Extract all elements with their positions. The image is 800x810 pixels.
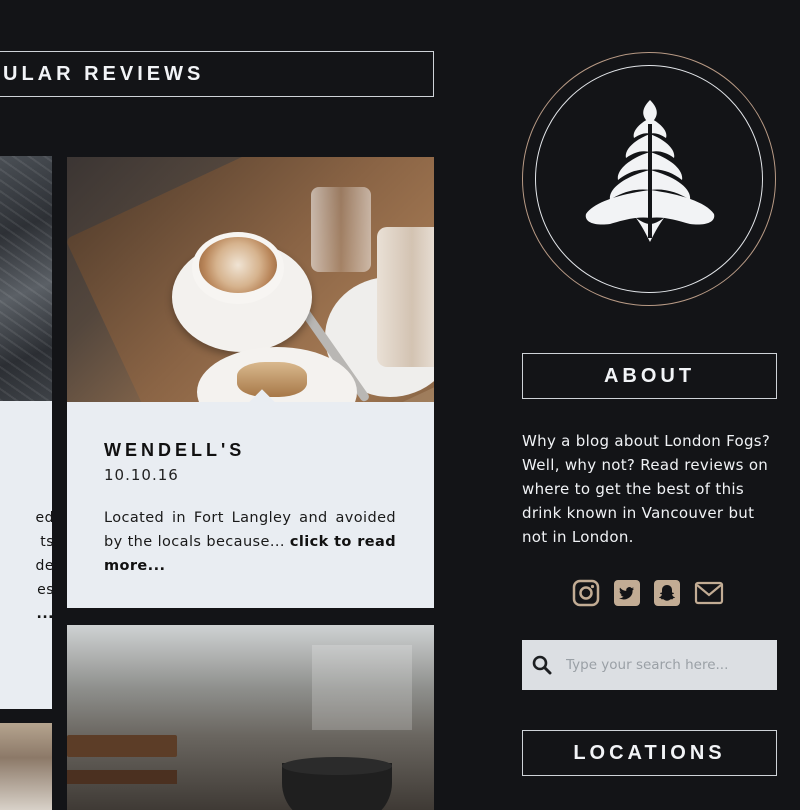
review-excerpt: Located in Fort Langley and avoided by t… — [104, 510, 396, 574]
review-photo-latte[interactable] — [67, 157, 434, 402]
review-card-wendells[interactable]: WENDELL'S 10.10.16 Located in Fort Langl… — [67, 157, 434, 608]
photo-window — [312, 645, 412, 730]
review-image-partial[interactable] — [0, 156, 52, 401]
photo-latte-art — [199, 237, 277, 293]
review-card-next[interactable] — [67, 625, 434, 810]
review-card-partial-left[interactable]: ed ts de es ... — [0, 156, 52, 709]
search-input[interactable] — [564, 656, 768, 674]
photo-latte-glass — [377, 227, 434, 367]
search-icon — [532, 655, 552, 675]
popular-reviews-title: ULAR REVIEWS — [0, 51, 434, 97]
photo-bench — [67, 735, 177, 757]
mail-icon[interactable] — [694, 579, 724, 607]
latte-art-logo-icon[interactable] — [580, 98, 720, 243]
search-box[interactable] — [522, 640, 777, 690]
about-text: Why a blog about London Fogs? Well, why … — [522, 432, 771, 546]
photo-coffee-rim — [282, 757, 392, 775]
photo-water-glass — [311, 187, 371, 272]
review-title[interactable]: WENDELL'S — [104, 440, 245, 461]
twitter-icon[interactable] — [613, 579, 641, 607]
photo-bench-rail — [67, 770, 177, 784]
photo-pastry — [237, 362, 307, 397]
review-date: 10.10.16 — [104, 466, 179, 484]
review-excerpt-partial: ed ts de es ... — [35, 510, 53, 622]
instagram-icon[interactable] — [572, 579, 600, 607]
review-card-partial-bottom-left[interactable] — [0, 723, 52, 810]
snapchat-icon[interactable] — [653, 579, 681, 607]
about-section-title: ABOUT — [522, 353, 777, 399]
locations-section-title: LOCATIONS — [522, 730, 777, 776]
